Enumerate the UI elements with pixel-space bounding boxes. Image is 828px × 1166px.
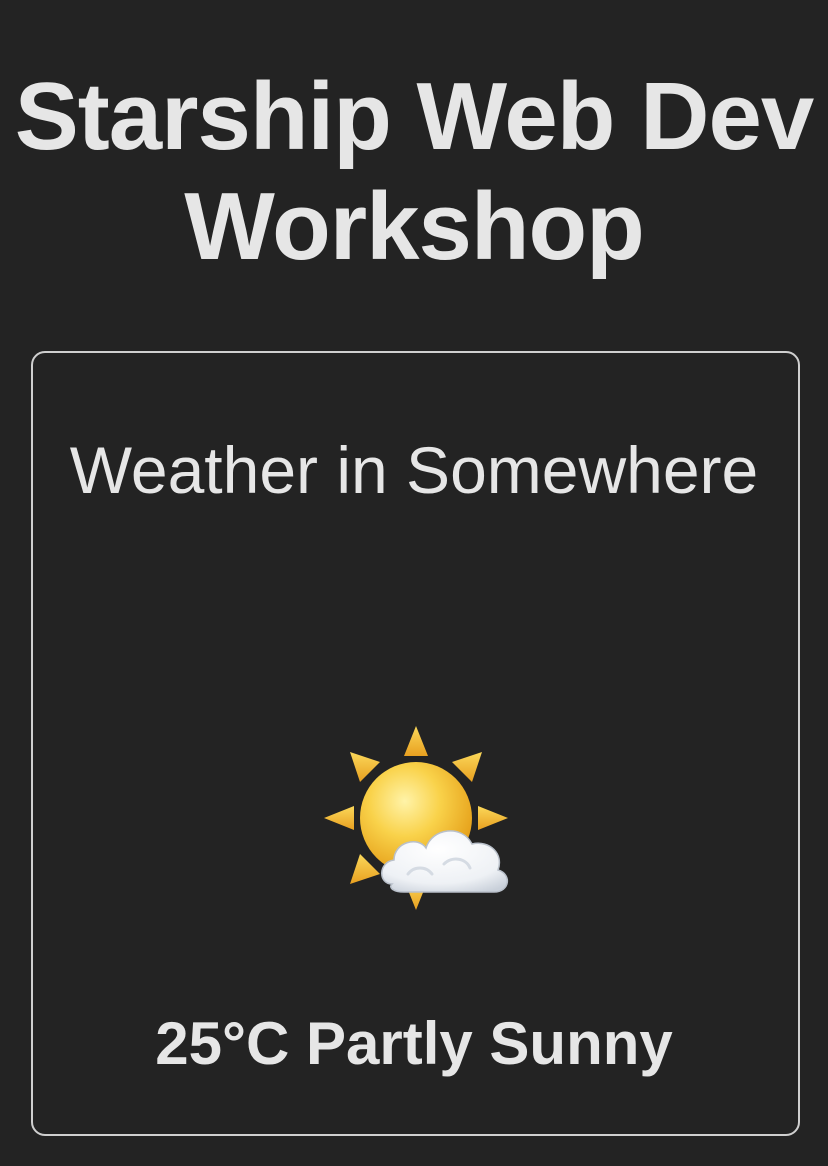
page-title: Starship Web Dev Workshop xyxy=(14,63,814,280)
weather-heading: Weather in Somewhere xyxy=(69,433,759,507)
weather-summary: 25°C Partly Sunny xyxy=(155,1010,673,1077)
sun-behind-cloud-icon xyxy=(322,724,514,914)
